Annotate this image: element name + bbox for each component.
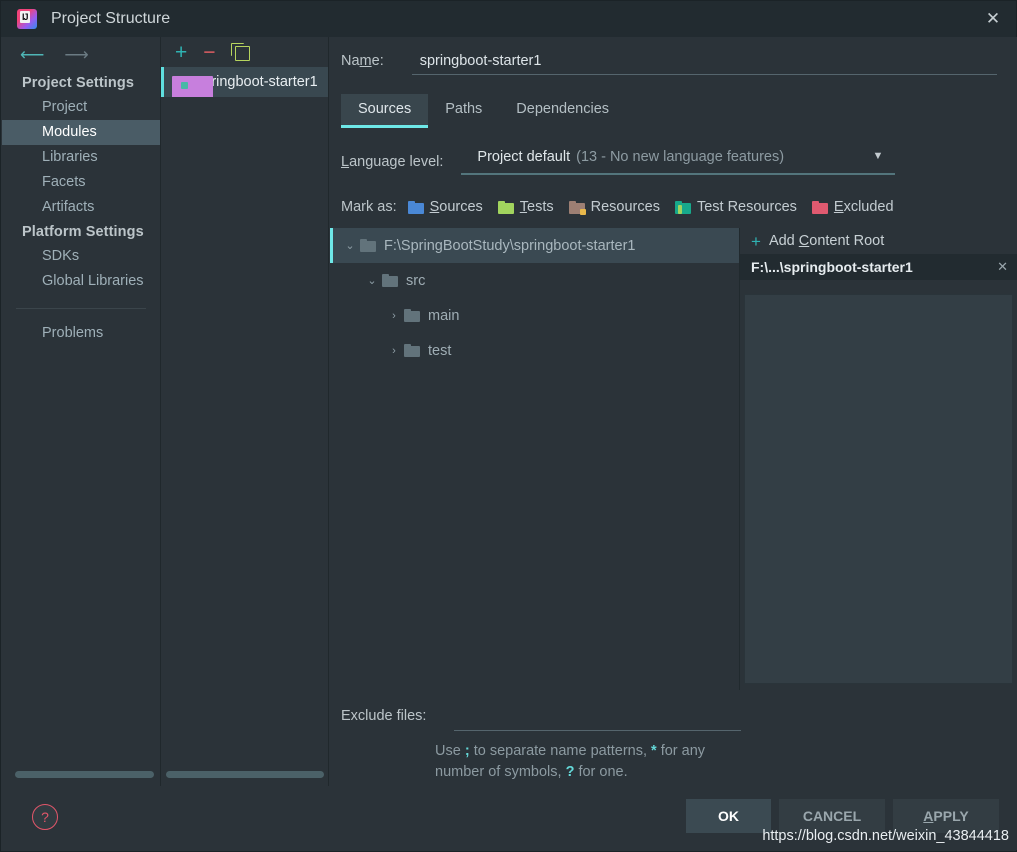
language-level-row: Language level: Project default (13 - No… bbox=[341, 149, 1017, 175]
language-level-dropdown[interactable]: Project default (13 - No new language fe… bbox=[461, 149, 896, 175]
content-root-item-label: F:\...\springboot-starter1 bbox=[751, 259, 913, 275]
content-root-details bbox=[744, 294, 1013, 684]
folder-sources-icon bbox=[407, 200, 424, 214]
folder-test-resources-icon bbox=[674, 200, 691, 214]
tab-sources[interactable]: Sources bbox=[341, 94, 429, 128]
minus-icon[interactable]: − bbox=[203, 42, 215, 63]
add-content-root-label: Add Content Root bbox=[768, 233, 885, 249]
tree-row-label: test bbox=[428, 342, 452, 359]
close-icon[interactable]: ✕ bbox=[997, 259, 1008, 275]
ok-button[interactable]: OK bbox=[686, 799, 771, 833]
sidebar-item-artifacts[interactable]: Artifacts bbox=[2, 195, 160, 220]
tree-row-label: src bbox=[406, 272, 426, 289]
modules-list-panel: + − springboot-starter1 bbox=[161, 37, 329, 789]
exclude-files-label: Exclude files: bbox=[341, 708, 427, 724]
close-icon[interactable]: ✕ bbox=[970, 1, 1016, 37]
arrow-right-icon[interactable]: ⟶ bbox=[64, 46, 88, 63]
mark-as-test-resources[interactable]: Test Resources bbox=[674, 199, 797, 215]
sidebar-horizontal-scrollbar[interactable] bbox=[15, 771, 154, 778]
module-list-item[interactable]: springboot-starter1 bbox=[161, 67, 328, 97]
language-level-label: Language level: bbox=[341, 154, 444, 170]
chevron-down-icon[interactable]: ⌄ bbox=[342, 239, 358, 252]
sidebar-divider bbox=[16, 308, 146, 309]
folder-icon bbox=[404, 309, 420, 322]
title-bar: Project Structure ✕ bbox=[1, 1, 1016, 37]
sidebar-item-sdks[interactable]: SDKs bbox=[2, 244, 160, 269]
exclude-hint-end: for one. bbox=[574, 764, 628, 780]
module-list-item-label: springboot-starter1 bbox=[196, 74, 318, 90]
exclude-hint-mid: to separate name patterns, bbox=[469, 743, 652, 759]
name-label: Name: bbox=[341, 53, 384, 69]
sidebar-group-project-settings: Project Settings bbox=[22, 75, 134, 91]
intellij-idea-logo-icon bbox=[17, 9, 37, 29]
sidebar-item-libraries[interactable]: Libraries bbox=[2, 145, 160, 170]
folder-icon bbox=[404, 344, 420, 357]
mark-as-legend: Mark as: Sources Tests Resources Test Re… bbox=[341, 199, 1017, 215]
sidebar-item-modules[interactable]: Modules bbox=[2, 120, 160, 145]
tree-row-label: F:\SpringBootStudy\springboot-starter1 bbox=[384, 237, 636, 254]
copy-icon[interactable] bbox=[230, 43, 250, 61]
sidebar-item-project[interactable]: Project bbox=[2, 95, 160, 120]
tree-row-label: main bbox=[428, 307, 460, 324]
help-icon[interactable]: ? bbox=[32, 804, 58, 830]
mark-as-resources-label: Resources bbox=[590, 199, 660, 215]
tree-row[interactable]: ⌄ src bbox=[330, 263, 739, 298]
folder-resources-icon bbox=[568, 200, 586, 215]
module-tabs: Sources Paths Dependencies bbox=[341, 94, 1017, 128]
mark-as-test-resources-label: Test Resources bbox=[696, 199, 797, 215]
sidebar-item-problems[interactable]: Problems bbox=[2, 321, 160, 346]
chevron-right-icon[interactable]: › bbox=[386, 345, 402, 357]
arrow-left-icon[interactable]: ⟵ bbox=[20, 46, 44, 63]
language-level-detail: (13 - No new language features) bbox=[576, 149, 785, 165]
folder-excluded-icon bbox=[811, 200, 828, 214]
folder-icon bbox=[360, 239, 376, 252]
module-editor-panel: Name: Sources Paths Dependencies Languag… bbox=[330, 37, 1017, 789]
add-content-root-button[interactable]: + Add Content Root bbox=[740, 228, 1017, 254]
mark-as-resources[interactable]: Resources bbox=[568, 199, 660, 215]
chevron-right-icon[interactable]: › bbox=[386, 310, 402, 322]
folder-tests-icon bbox=[497, 200, 514, 214]
mark-as-excluded-label: Excluded bbox=[833, 199, 894, 215]
sidebar-item-global-libraries[interactable]: Global Libraries bbox=[2, 269, 160, 294]
cancel-button[interactable]: CANCEL bbox=[779, 799, 885, 833]
settings-sidebar: ⟵ ⟶ Project Settings Project Modules Lib… bbox=[2, 37, 161, 789]
dialog-footer: ? OK CANCEL A PPLY https://blog.csdn.net/… bbox=[2, 786, 1017, 850]
sidebar-item-facets[interactable]: Facets bbox=[2, 170, 160, 195]
mark-as-excluded[interactable]: Excluded bbox=[811, 199, 894, 215]
apply-button[interactable]: A PPLY bbox=[893, 799, 999, 833]
modules-horizontal-scrollbar[interactable] bbox=[166, 771, 324, 778]
project-structure-dialog: Project Structure ✕ ⟵ ⟶ Project Settings… bbox=[0, 0, 1017, 852]
tree-row[interactable]: ⌄ F:\SpringBootStudy\springboot-starter1 bbox=[330, 228, 739, 263]
dialog-title: Project Structure bbox=[51, 10, 171, 27]
mark-as-tests[interactable]: Tests bbox=[497, 199, 554, 215]
language-level-value: Project default bbox=[477, 149, 571, 165]
mark-as-sources-label: Sources bbox=[429, 199, 483, 215]
plus-icon[interactable]: + bbox=[175, 42, 187, 63]
content-root-tree: ⌄ F:\SpringBootStudy\springboot-starter1… bbox=[330, 228, 739, 690]
tab-paths[interactable]: Paths bbox=[428, 94, 499, 128]
exclude-hint-prefix: Use bbox=[435, 743, 465, 759]
mark-as-tests-label: Tests bbox=[519, 199, 554, 215]
tree-row[interactable]: › test bbox=[330, 333, 739, 368]
tab-dependencies[interactable]: Dependencies bbox=[499, 94, 626, 128]
sources-body: ⌄ F:\SpringBootStudy\springboot-starter1… bbox=[330, 228, 1017, 690]
module-name-row: Name: bbox=[330, 37, 1017, 75]
modules-toolbar: + − bbox=[161, 37, 328, 67]
content-root-item[interactable]: F:\...\springboot-starter1 ✕ bbox=[740, 254, 1017, 280]
exclude-files-input[interactable] bbox=[454, 708, 741, 731]
sidebar-group-platform-settings: Platform Settings bbox=[22, 224, 144, 240]
mark-as-label: Mark as: bbox=[341, 199, 397, 215]
folder-icon bbox=[382, 274, 398, 287]
module-icon bbox=[172, 75, 213, 97]
tree-row[interactable]: › main bbox=[330, 298, 739, 333]
chevron-down-icon: ▼ bbox=[872, 150, 884, 162]
navigation-arrows: ⟵ ⟶ bbox=[2, 37, 160, 71]
exclude-files-hint: Use ; to separate name patterns, * for a… bbox=[435, 741, 755, 783]
chevron-down-icon[interactable]: ⌄ bbox=[364, 274, 380, 287]
plus-icon: + bbox=[751, 231, 761, 251]
mark-as-sources[interactable]: Sources bbox=[407, 199, 483, 215]
content-roots-panel: + Add Content Root F:\...\springboot-sta… bbox=[739, 228, 1017, 690]
exclude-files-row: Exclude files: bbox=[341, 708, 741, 731]
module-name-input[interactable] bbox=[411, 53, 997, 75]
